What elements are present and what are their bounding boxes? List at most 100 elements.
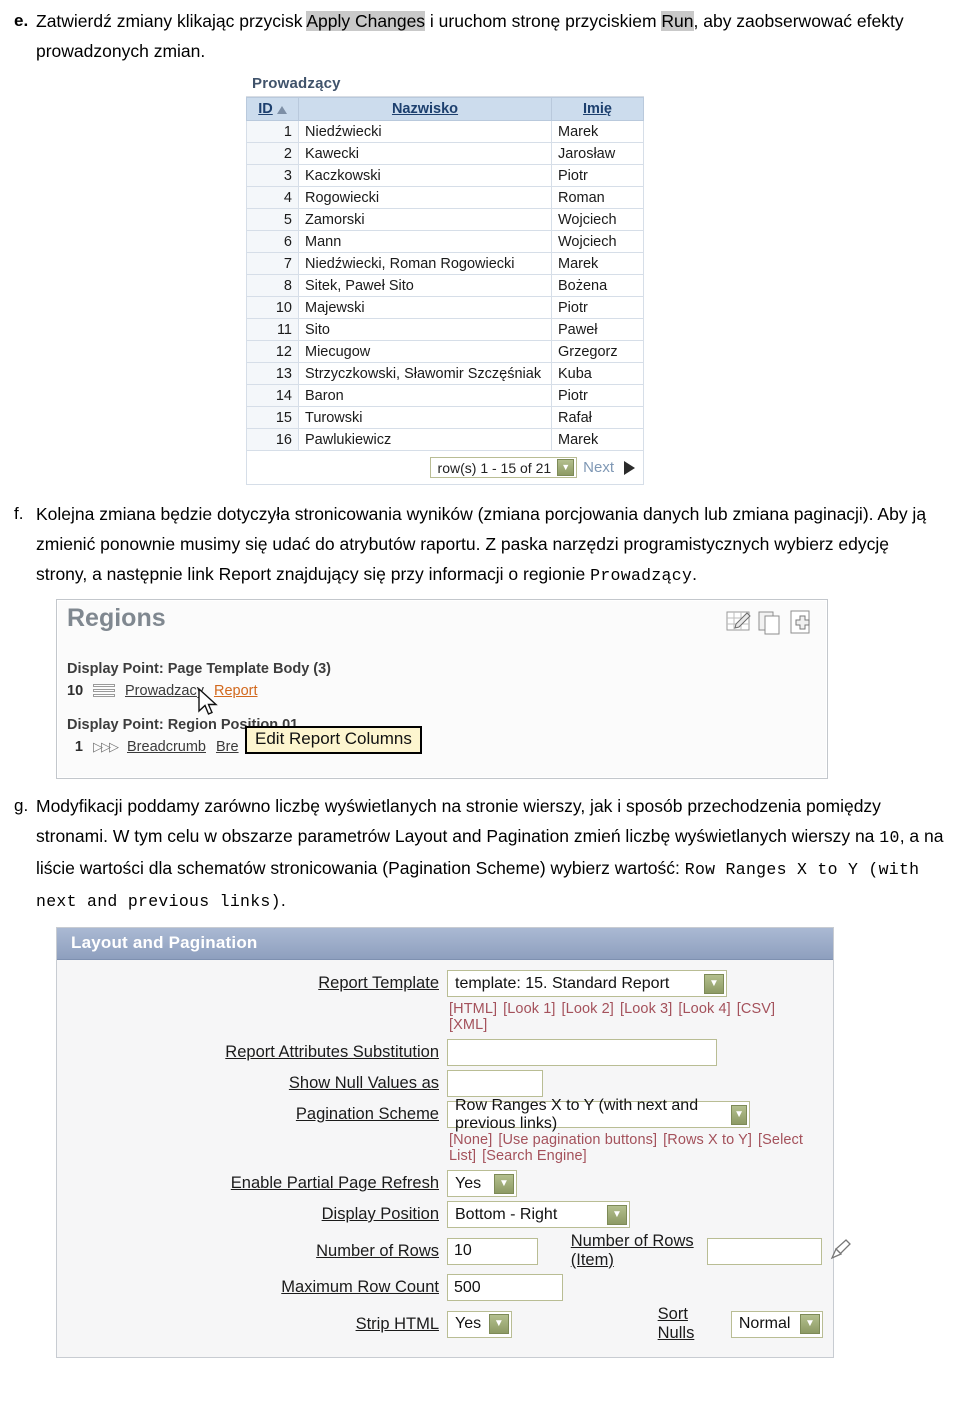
sort-nulls-value: Normal [738,1315,791,1332]
step-f-marker: f. [14,504,24,523]
strip-html-select[interactable]: Yes ▼ [447,1310,512,1338]
step-g-text-4: ) wybierz wartość: [539,858,685,878]
next-page-link[interactable]: Next [583,459,614,476]
edit-grid-pencil-icon[interactable] [725,608,753,641]
look-link-1[interactable]: [Look 1] [503,1001,555,1017]
pagination-scheme-select[interactable]: Row Ranges X to Y (with next and previou… [447,1097,750,1132]
cell-id: 12 [246,340,299,363]
number-of-rows-row: Number of Rows 10 Number of Rows (Item) [67,1232,851,1270]
sort-asc-icon[interactable] [276,106,287,114]
look-link-xml[interactable]: [XML] [449,1017,487,1033]
enable-partial-page-refresh-value: Yes [455,1174,482,1192]
pagination-option-none[interactable]: [None] [449,1132,492,1148]
pagination-scheme-value: Row Ranges X to Y (with next and previou… [455,1096,699,1132]
sort-nulls-select[interactable]: Normal ▼ [730,1310,823,1338]
table-row: 8 Sitek, Paweł Sito Bożena [246,274,644,297]
report-region-icon[interactable] [93,683,115,699]
table-body: 1 Niedźwiecki Marek 2 Kawecki Jarosław 3 Kacz… [246,120,644,451]
table-row: 5 Zamorski Wojciech [246,208,644,231]
maximum-row-count-input[interactable]: 500 [447,1274,563,1301]
pagination-option-rows-x-to-y[interactable]: [Rows X to Y] [663,1132,752,1148]
report-template-select[interactable]: template: 15. Standard Report ▼ [447,970,727,997]
rows-range-select[interactable]: row(s) 1 - 15 of 21 ▼ [429,457,578,478]
look-link-2[interactable]: [Look 2] [562,1001,614,1017]
cell-imie: Bożena [551,274,644,297]
look-link-3[interactable]: [Look 3] [620,1001,672,1017]
strip-html-label: Strip HTML [355,1314,439,1333]
chevron-down-icon[interactable]: ▼ [557,459,575,476]
rows-value-ref: 10 [879,828,900,847]
step-g: g. Modyfikacji poddamy zarówno liczbę wy… [0,791,960,917]
cell-id: 10 [246,296,299,319]
pagination-scheme-row: Pagination Scheme Row Ranges X to Y (wit… [67,1097,823,1132]
cell-nazwisko: Kaczkowski [298,164,552,187]
column-header-nazwisko-label: Nazwisko [391,101,459,117]
column-header-nazwisko[interactable]: Nazwisko [298,97,552,121]
cell-imie: Marek [551,428,644,451]
apply-changes-button-ref: Apply Changes [306,11,426,31]
pagination-option-buttons[interactable]: [Use pagination buttons] [498,1132,657,1148]
column-header-id-label: ID [258,101,273,117]
regions-row-1-name-link[interactable]: Prowadzacy [125,683,204,699]
table-row: 6 Mann Wojciech [246,230,644,253]
chevron-down-icon[interactable]: ▼ [488,1314,509,1334]
cell-nazwisko: Mann [298,230,552,253]
table-row: 7 Niedźwiecki, Roman Rogowiecki Marek [246,252,644,275]
regions-row-2-second-link[interactable]: Bre [216,739,239,755]
report-attributes-substitution-row: Report Attributes Substitution [67,1039,823,1066]
cell-id: 15 [246,406,299,429]
maximum-row-count-label: Maximum Row Count [281,1278,439,1296]
chevron-down-icon[interactable]: ▼ [607,1204,627,1225]
number-of-rows-input[interactable]: 10 [447,1237,538,1265]
report-attributes-substitution-input[interactable] [447,1039,717,1066]
copy-pages-icon[interactable] [757,608,783,641]
cell-nazwisko: Baron [298,384,552,407]
add-page-icon[interactable] [787,608,813,641]
look-link-csv[interactable]: [CSV] [737,1001,775,1017]
edit-pencil-icon[interactable] [830,1238,852,1265]
chevron-down-icon[interactable]: ▼ [494,1173,514,1194]
table-row: 16 Pawlukiewicz Marek [246,428,644,451]
look-link-4[interactable]: [Look 4] [678,1001,730,1017]
cell-id: 13 [246,362,299,385]
show-null-values-label: Show Null Values as [288,1074,439,1092]
regions-row-1-seq: 10 [67,683,84,699]
regions-row-2-name-link[interactable]: Breadcrumb [127,739,206,755]
column-header-imie[interactable]: Imię [551,97,644,121]
report-template-label: Report Template [318,974,439,992]
layout-panel-body: Report Template template: 15. Standard R… [57,960,851,1357]
look-link-html[interactable]: [HTML] [449,1001,497,1017]
column-header-id[interactable]: ID [246,97,299,121]
table-row: 3 Kaczkowski Piotr [246,164,644,187]
chevron-down-icon[interactable]: ▼ [731,1104,747,1125]
enable-partial-page-refresh-select[interactable]: Yes ▼ [447,1170,517,1197]
cell-imie: Paweł [551,318,644,341]
breadcrumb-region-icon[interactable]: ▷▷▷ [93,739,119,755]
cell-imie: Wojciech [551,208,644,231]
table-header-row: ID Nazwisko Imię [246,97,644,121]
cell-nazwisko: Pawlukiewicz [298,428,552,451]
step-e-marker: e. [14,11,29,30]
number-of-rows-value: 10 [454,1242,472,1259]
cell-imie: Jarosław [551,142,644,165]
display-position-label: Display Position [321,1205,439,1223]
number-of-rows-label: Number of Rows [316,1241,439,1260]
show-null-values-input[interactable] [447,1070,543,1097]
pagination-option-search-engine[interactable]: [Search Engine] [482,1148,587,1164]
report-region-title: Prowadzący [246,72,644,97]
number-of-rows-item-input[interactable] [706,1237,822,1265]
display-position-select[interactable]: Bottom - Right ▼ [447,1201,630,1228]
run-button-ref: Run [661,11,694,31]
chevron-down-icon[interactable]: ▼ [800,1314,820,1334]
step-g-text: Modyfikacji poddamy zarówno liczbę wyświ… [36,791,960,917]
cell-imie: Piotr [551,384,644,407]
step-f-text: Kolejna zmiana będzie dotyczyła stronico… [36,499,960,591]
table-row: 2 Kawecki Jarosław [246,142,644,165]
report-template-value: template: 15. Standard Report [455,974,670,992]
step-e-text: Zatwierdź zmiany klikając przycisk Apply… [36,6,960,66]
step-e-text-2: i uruchom stronę przyciskiem [425,11,662,31]
strip-html-row: Strip HTML Yes ▼ Sort Nulls Normal ▼ [67,1305,823,1343]
chevron-down-icon[interactable]: ▼ [704,973,724,994]
report-template-control: template: 15. Standard Report ▼ [447,970,727,997]
next-arrow-icon[interactable] [624,460,635,475]
